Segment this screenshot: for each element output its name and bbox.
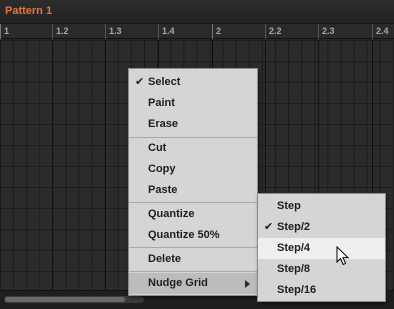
menu-item-label: Delete [148,253,182,265]
menu-item-label: Paint [148,97,175,109]
menu-item-label: Step/4 [277,242,311,254]
menu-item-label: Step/16 [277,284,317,296]
menu-item-label: Step/8 [277,263,311,275]
pattern-name[interactable]: Pattern 1 [5,5,52,17]
submenu-item-step-8[interactable]: Step/8 [258,259,385,280]
menu-separator [129,247,257,248]
menu-item-label: Step [277,200,301,212]
beat-line [105,40,106,290]
ruler-label: 1.3 [109,26,122,36]
menu-item-label: Copy [148,163,176,175]
menu-item-label: Quantize [148,208,195,220]
ruler-label: 1.2 [56,26,69,36]
submenu-arrow-icon [245,280,250,288]
beat-line [52,40,53,290]
ruler-tick [52,24,53,39]
submenu-item-step-16[interactable]: Step/16 [258,280,385,301]
menu-item-select[interactable]: ✔ Select [129,72,257,93]
menu-separator [129,271,257,272]
timeline-ruler[interactable]: 1 1.2 1.3 1.4 2 2.2 2.3 2.4 [0,24,394,39]
check-icon: ✔ [135,76,145,88]
ruler-label: 1.4 [162,26,175,36]
menu-item-label: Paste [148,184,178,196]
menu-item-paste[interactable]: Paste [129,180,257,201]
submenu-item-step-2[interactable]: ✔ Step/2 [258,217,385,238]
horizontal-scrollbar[interactable] [4,296,144,303]
check-icon: ✔ [264,221,274,233]
nudge-grid-submenu: Step ✔ Step/2 Step/4 Step/8 Step/16 [257,193,386,302]
context-menu: ✔ Select Paint Erase Cut Copy Paste Quan… [128,68,258,296]
ruler-tick [212,24,213,39]
ruler-label: 1 [4,26,10,36]
menu-item-quantize[interactable]: Quantize [129,204,257,225]
menu-item-label: Step/2 [277,221,311,233]
menu-item-paint[interactable]: Paint [129,93,257,114]
menu-item-delete[interactable]: Delete [129,249,257,270]
submenu-item-step-4[interactable]: Step/4 [258,238,385,259]
ruler-tick [372,24,373,39]
menu-separator [129,202,257,203]
ruler-label: 2.2 [269,26,282,36]
ruler-tick [265,24,266,39]
menu-item-quantize-50[interactable]: Quantize 50% [129,225,257,246]
mouse-pointer-icon [336,246,350,266]
menu-item-label: Erase [148,118,178,130]
ruler-label: 2.3 [322,26,335,36]
pattern-title-bar: Pattern 1 [0,0,394,24]
submenu-item-step[interactable]: Step [258,196,385,217]
menu-item-cut[interactable]: Cut [129,138,257,159]
ruler-tick [318,24,319,39]
ruler-tick [158,24,159,39]
menu-item-label: Nudge Grid [148,277,208,289]
menu-item-nudge-grid[interactable]: Nudge Grid [129,273,257,294]
ruler-tick [0,24,1,39]
menu-item-label: Select [148,76,181,88]
ruler-label: 2.4 [376,26,389,36]
menu-item-label: Quantize 50% [148,229,220,241]
ruler-label: 2 [216,26,222,36]
menu-item-label: Cut [148,142,167,154]
ruler-tick [105,24,106,39]
menu-item-copy[interactable]: Copy [129,159,257,180]
scrollbar-thumb[interactable] [5,297,125,302]
menu-item-erase[interactable]: Erase [129,114,257,135]
